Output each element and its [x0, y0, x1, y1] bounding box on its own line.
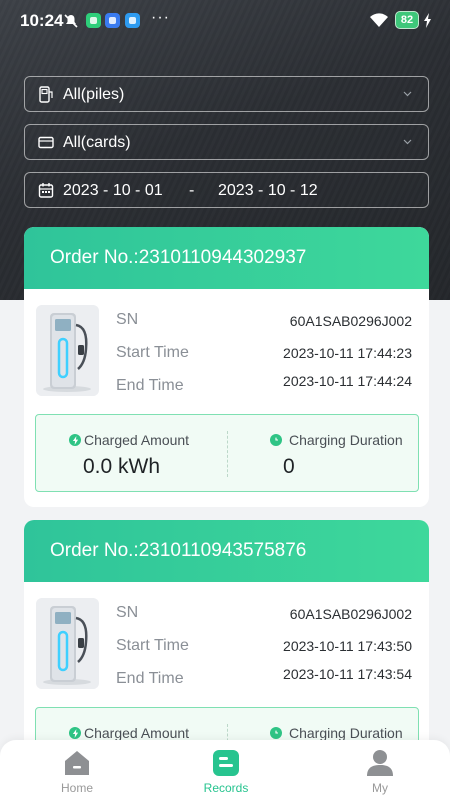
battery-icon: 82	[395, 11, 419, 29]
bolt-icon	[69, 727, 81, 739]
record-card-header: Order No.:2310110943575876	[24, 520, 429, 582]
more-notifications: ···	[151, 9, 170, 26]
charging-duration-label-text: Charging Duration	[289, 725, 403, 741]
record-card-body: SN 60A1SAB0296J002 Start Time 2023-10-11…	[24, 289, 429, 507]
mute-icon	[64, 14, 78, 28]
wifi-icon	[370, 13, 388, 27]
end-time-label: End Time	[116, 377, 184, 394]
record-card-body: SN 60A1SAB0296J002 Start Time 2023-10-11…	[24, 582, 429, 760]
charged-amount-label-text: Charged Amount	[84, 725, 190, 741]
status-time: 10:24	[20, 11, 64, 30]
nav-records[interactable]: Records	[186, 748, 266, 795]
date-range-picker[interactable]: 2023 - 10 - 01 - 2023 - 10 - 12	[24, 172, 429, 208]
nav-my[interactable]: My	[340, 748, 420, 795]
clock-icon	[270, 434, 282, 446]
charging-duration-value: 0	[283, 455, 295, 478]
start-time-label: Start Time	[116, 637, 189, 654]
sn-label: SN	[116, 604, 139, 621]
charged-amount-value: 0.0 kWh	[83, 455, 161, 478]
start-time-label: Start Time	[116, 344, 189, 361]
end-time-value: 2023-10-11 17:44:24	[283, 373, 412, 389]
charging-duration-label: Charging Duration	[270, 432, 403, 448]
user-icon	[367, 750, 393, 776]
bolt-icon	[69, 434, 81, 446]
start-time-value: 2023-10-11 17:43:50	[283, 638, 412, 654]
record-card-header: Order No.:2310110944302937	[24, 227, 429, 289]
date-separator: -	[189, 182, 195, 199]
charging-pile-icon	[39, 86, 53, 103]
end-date[interactable]: 2023 - 10 - 12	[218, 182, 318, 200]
notification-app-icon	[125, 13, 140, 28]
charging-stats: Charged Amount 0.0 kWh Charging Duration…	[35, 414, 419, 492]
card-filter-select[interactable]: All(cards)	[24, 124, 429, 160]
calendar-icon	[38, 183, 54, 198]
nav-my-label: My	[372, 781, 388, 795]
status-bar: 10:24 ··· 82	[0, 0, 450, 42]
pile-filter-select[interactable]: All(piles)	[24, 76, 429, 112]
charging-pile-image	[36, 305, 99, 396]
end-time-value: 2023-10-11 17:43:54	[283, 666, 412, 682]
sn-label: SN	[116, 311, 139, 328]
record-card[interactable]: Order No.:2310110944302937 SN 60A1SAB029…	[24, 227, 429, 507]
sn-value: 60A1SAB0296J002	[289, 313, 412, 329]
notification-app-icon	[86, 13, 101, 28]
charging-duration-label-text: Charging Duration	[289, 432, 403, 448]
nav-home-label: Home	[60, 781, 93, 795]
nav-home[interactable]: Home	[37, 748, 117, 795]
order-number: Order No.:2310110944302937	[50, 247, 307, 268]
nav-records-label: Records	[203, 781, 249, 795]
charged-amount-label: Charged Amount	[69, 432, 189, 448]
end-time-label: End Time	[116, 670, 184, 687]
bottom-navigation: Home Records My	[0, 740, 450, 800]
sn-value: 60A1SAB0296J002	[289, 606, 412, 622]
charging-pile-image	[36, 598, 99, 689]
start-date[interactable]: 2023 - 10 - 01	[63, 182, 163, 200]
charged-amount-label: Charged Amount	[69, 725, 189, 741]
charging-bolt-icon	[424, 13, 431, 28]
charging-duration-label: Charging Duration	[270, 725, 403, 741]
charged-amount-label-text: Charged Amount	[84, 432, 190, 448]
card-filter-value: All(cards)	[63, 134, 131, 151]
order-number: Order No.:2310110943575876	[50, 540, 307, 561]
records-icon	[213, 750, 239, 776]
record-card[interactable]: Order No.:2310110943575876 SN 60A1SAB029…	[24, 520, 429, 760]
clock-icon	[270, 727, 282, 739]
pile-filter-value: All(piles)	[63, 86, 125, 103]
start-time-value: 2023-10-11 17:44:23	[283, 345, 412, 361]
stats-divider	[227, 431, 228, 477]
notification-app-icon	[105, 13, 120, 28]
chevron-down-icon	[403, 91, 412, 97]
home-icon	[65, 751, 89, 775]
chevron-down-icon	[403, 139, 412, 145]
card-icon	[38, 136, 54, 149]
